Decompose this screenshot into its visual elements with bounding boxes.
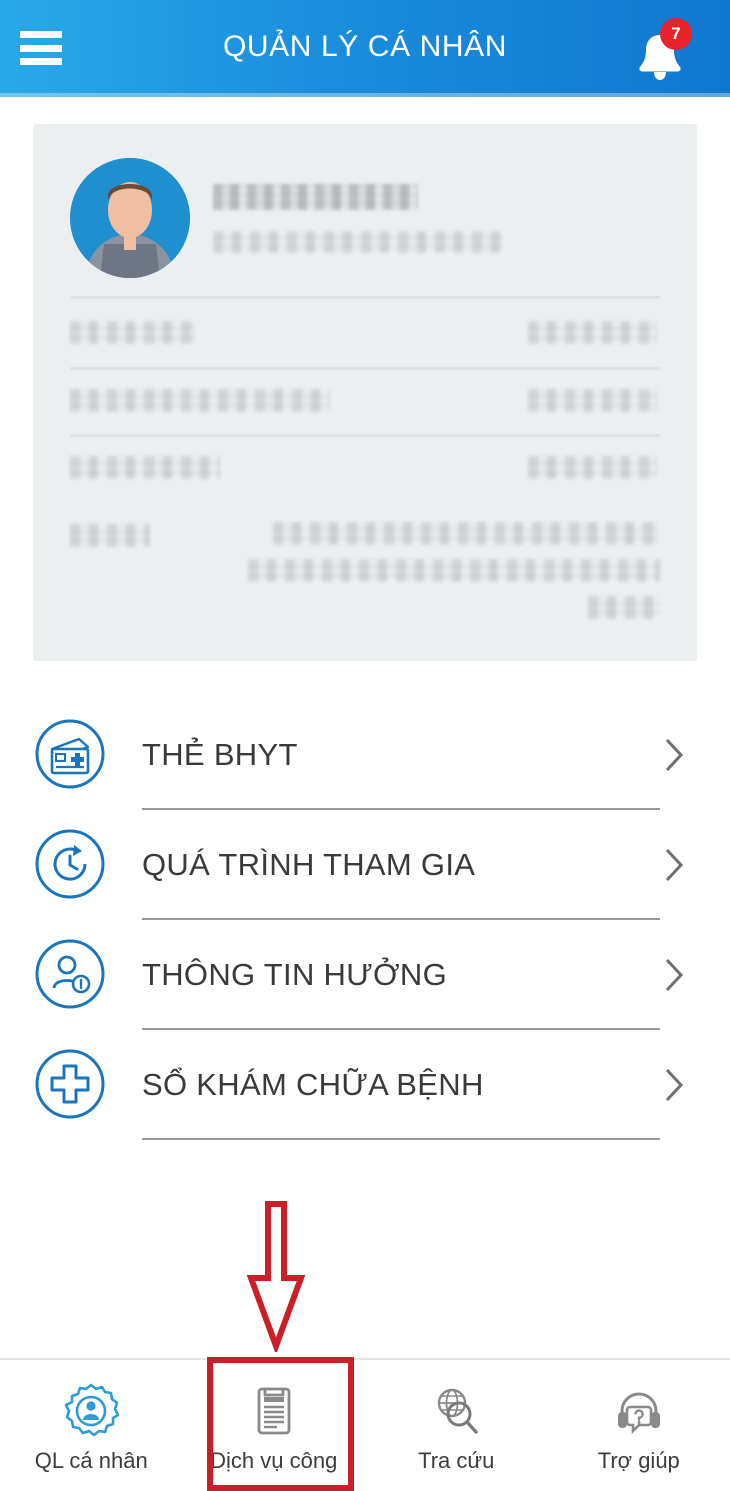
app-screen: QUẢN LÝ CÁ NHÂN 7 THẺ BHYT QUÁ TRÌNH THA… — [0, 0, 730, 1491]
person-info-icon — [35, 939, 105, 1009]
nav-item-label: QL cá nhân — [34, 1448, 148, 1473]
menu-item-label: THÔNG TIN HƯỞNG — [142, 957, 447, 992]
app-header: QUẢN LÝ CÁ NHÂN 7 — [0, 0, 730, 97]
page-title: QUẢN LÝ CÁ NHÂN — [222, 30, 508, 63]
menu-item-so-kham-chua-benh[interactable]: SỔ KHÁM CHỮA BỆNH — [0, 1030, 730, 1140]
profile-address-value-redacted — [588, 596, 660, 619]
nav-item-label: Tra cứu — [418, 1448, 495, 1473]
globe-search-icon — [438, 1388, 478, 1434]
chevron-right-icon — [665, 848, 684, 882]
insurance-card-icon — [35, 719, 105, 789]
nav-item-label: Trợ giúp — [597, 1448, 680, 1473]
profile-row-label-redacted — [70, 389, 330, 412]
nav-item-dich-vu-cong[interactable]: Dịch vụ công — [183, 1360, 366, 1491]
nav-item-tro-giup[interactable]: Trợ giúp — [548, 1360, 730, 1491]
card-divider — [70, 434, 660, 437]
medical-cross-icon — [35, 1049, 105, 1119]
chevron-right-icon — [665, 1068, 684, 1102]
card-divider — [70, 296, 660, 299]
nav-item-ql-ca-nhan[interactable]: QL cá nhân — [0, 1360, 183, 1491]
notification-badge: 7 — [660, 18, 692, 50]
person-gear-badge-icon — [64, 1383, 120, 1437]
profile-address-value-redacted — [273, 522, 658, 545]
menu-item-label: SỔ KHÁM CHỮA BỆNH — [142, 1067, 484, 1102]
down-arrow-annotation — [246, 1201, 306, 1352]
menu-item-label: THẺ BHYT — [142, 737, 298, 772]
headset-help-icon — [617, 1392, 660, 1435]
profile-row-label-redacted — [70, 456, 220, 479]
profile-card[interactable] — [33, 124, 697, 661]
avatar — [70, 158, 190, 278]
menu-item-label: QUÁ TRÌNH THAM GIA — [142, 847, 476, 882]
menu-item-qua-trinh-tham-gia[interactable]: QUÁ TRÌNH THAM GIA — [0, 810, 730, 920]
history-clock-refresh-icon — [35, 829, 105, 899]
profile-row-value-redacted — [528, 321, 658, 344]
clipboard-document-icon — [257, 1387, 291, 1435]
profile-row-value-redacted — [528, 456, 658, 479]
notification-bell-button[interactable]: 7 — [628, 18, 692, 82]
menu-item-the-bhyt[interactable]: THẺ BHYT — [0, 700, 730, 810]
profile-address-label-redacted — [70, 524, 150, 547]
profile-row-value-redacted — [528, 389, 658, 412]
menu-list: THẺ BHYT QUÁ TRÌNH THAM GIA THÔNG TIN HƯ… — [0, 700, 730, 1140]
chevron-right-icon — [665, 958, 684, 992]
menu-divider — [142, 1138, 660, 1140]
header-underline — [0, 93, 730, 97]
profile-subtitle-redacted — [213, 231, 503, 253]
profile-address-value-redacted — [248, 559, 660, 582]
nav-item-tra-cuu[interactable]: Tra cứu — [365, 1360, 548, 1491]
menu-item-thong-tin-huong[interactable]: THÔNG TIN HƯỞNG — [0, 920, 730, 1030]
nav-item-label: Dịch vụ công — [210, 1448, 338, 1473]
chevron-right-icon — [665, 738, 684, 772]
profile-row-label-redacted — [70, 321, 195, 344]
profile-name-redacted — [213, 184, 418, 210]
bottom-navigation-bar: QL cá nhân Dịch vụ công Tra cứu Trợ giúp — [0, 1358, 730, 1491]
card-divider — [70, 367, 660, 370]
